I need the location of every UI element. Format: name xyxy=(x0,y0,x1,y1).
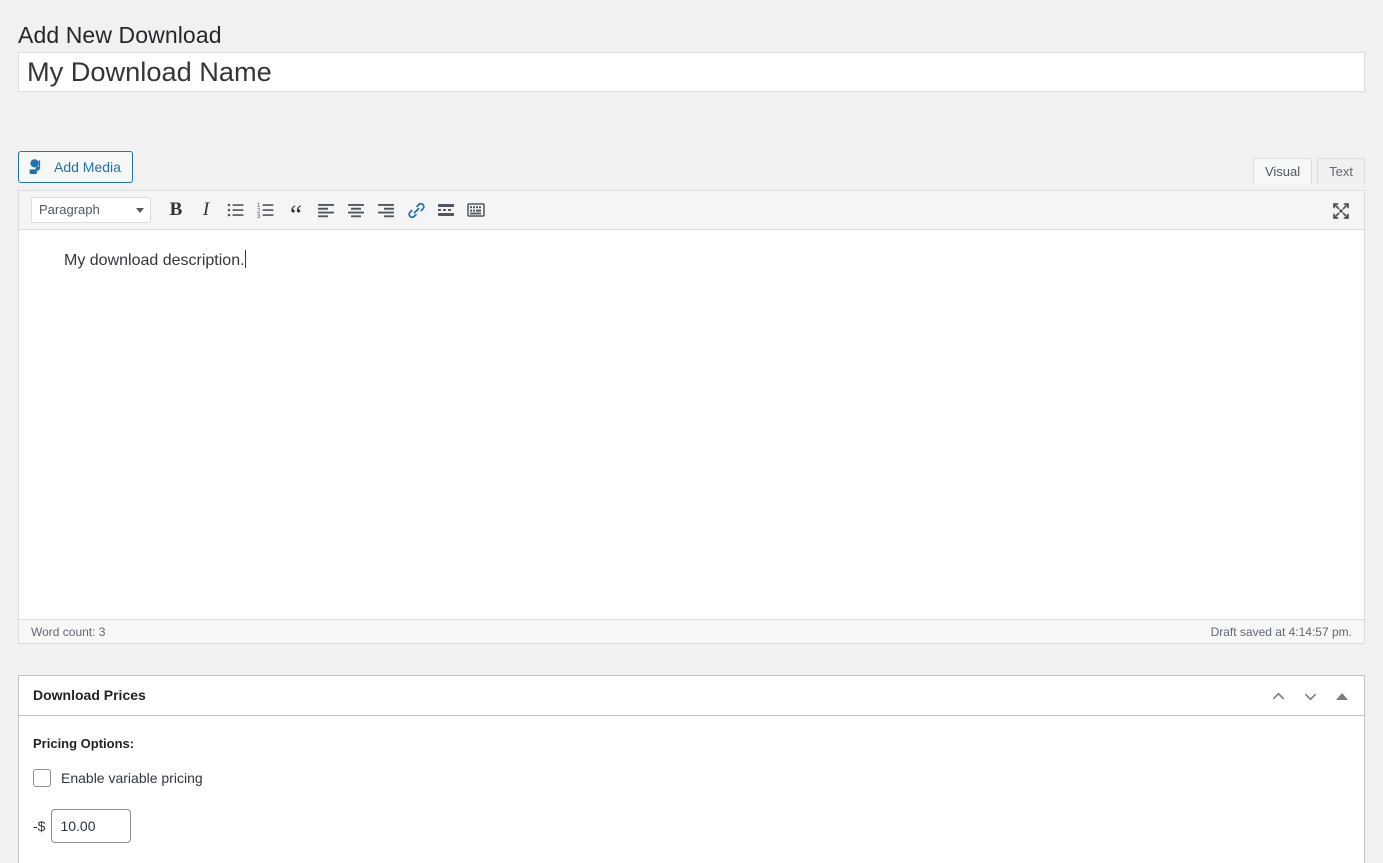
editor-toolbar: Paragraph B I 1 2 3 “ xyxy=(19,191,1364,230)
metabox-body: Pricing Options: Enable variable pricing… xyxy=(19,716,1364,863)
media-icon xyxy=(28,157,48,177)
editor-content-area[interactable]: My download description. xyxy=(19,230,1364,619)
download-title-input[interactable] xyxy=(18,52,1365,92)
word-count: Word count: 3 xyxy=(31,624,106,639)
price-input[interactable] xyxy=(51,809,132,843)
tab-visual[interactable]: Visual xyxy=(1252,158,1313,184)
download-prices-metabox: Download Prices Pricing Options: Enable … xyxy=(18,675,1365,863)
blockquote-icon[interactable]: “ xyxy=(281,195,311,229)
editor-status-bar: Word count: 3 Draft saved at 4:14:57 pm. xyxy=(19,619,1364,643)
italic-icon[interactable]: I xyxy=(191,195,221,225)
post-editor: Add Media Visual Text Paragraph B I 1 2 … xyxy=(18,150,1365,644)
toggle-panel-icon[interactable] xyxy=(1328,682,1356,710)
fullscreen-icon[interactable] xyxy=(1326,196,1356,226)
svg-text:3: 3 xyxy=(257,214,261,219)
tab-text[interactable]: Text xyxy=(1317,158,1365,184)
editor-paragraph[interactable]: My download description. xyxy=(19,248,286,274)
title-field-wrapper xyxy=(18,52,1365,92)
bold-icon[interactable]: B xyxy=(161,195,191,225)
bulleted-list-icon[interactable] xyxy=(221,195,251,225)
align-right-icon[interactable] xyxy=(371,195,401,225)
metabox-actions xyxy=(1264,676,1356,716)
align-left-icon[interactable] xyxy=(311,195,341,225)
page-title: Add New Download xyxy=(18,22,222,49)
format-select-wrapper: Paragraph xyxy=(25,197,161,223)
read-more-icon[interactable] xyxy=(431,195,461,225)
editor-box: Paragraph B I 1 2 3 “ My download descri… xyxy=(18,190,1365,644)
price-row: -$ xyxy=(33,809,1350,843)
paragraph-format-select[interactable]: Paragraph xyxy=(31,197,151,223)
metabox-title: Download Prices xyxy=(33,686,146,703)
editor-mode-tabs: Visual Text xyxy=(1248,156,1365,184)
variable-pricing-row: Enable variable pricing xyxy=(33,769,1350,787)
move-down-icon[interactable] xyxy=(1296,682,1324,710)
numbered-list-icon[interactable]: 1 2 3 xyxy=(251,195,281,225)
draft-saved-status: Draft saved at 4:14:57 pm. xyxy=(1210,624,1352,639)
editor-media-row: Add Media Visual Text xyxy=(18,150,1365,190)
text-caret xyxy=(244,250,246,268)
move-up-icon[interactable] xyxy=(1264,682,1292,710)
add-media-button[interactable]: Add Media xyxy=(18,151,133,183)
insert-link-icon[interactable] xyxy=(401,195,431,225)
price-currency-prefix: -$ xyxy=(33,818,46,834)
add-media-label: Add Media xyxy=(54,159,121,175)
editor-text: My download description. xyxy=(64,252,245,269)
enable-variable-pricing-checkbox[interactable] xyxy=(33,769,51,787)
align-center-icon[interactable] xyxy=(341,195,371,225)
enable-variable-pricing-label[interactable]: Enable variable pricing xyxy=(61,770,203,786)
triangle-up-icon xyxy=(1336,692,1348,700)
metabox-header[interactable]: Download Prices xyxy=(19,676,1364,716)
admin-page: Add New Download Add Media Visual xyxy=(0,0,1383,863)
pricing-options-label: Pricing Options: xyxy=(33,736,135,751)
keyboard-shortcuts-icon[interactable] xyxy=(461,195,491,225)
